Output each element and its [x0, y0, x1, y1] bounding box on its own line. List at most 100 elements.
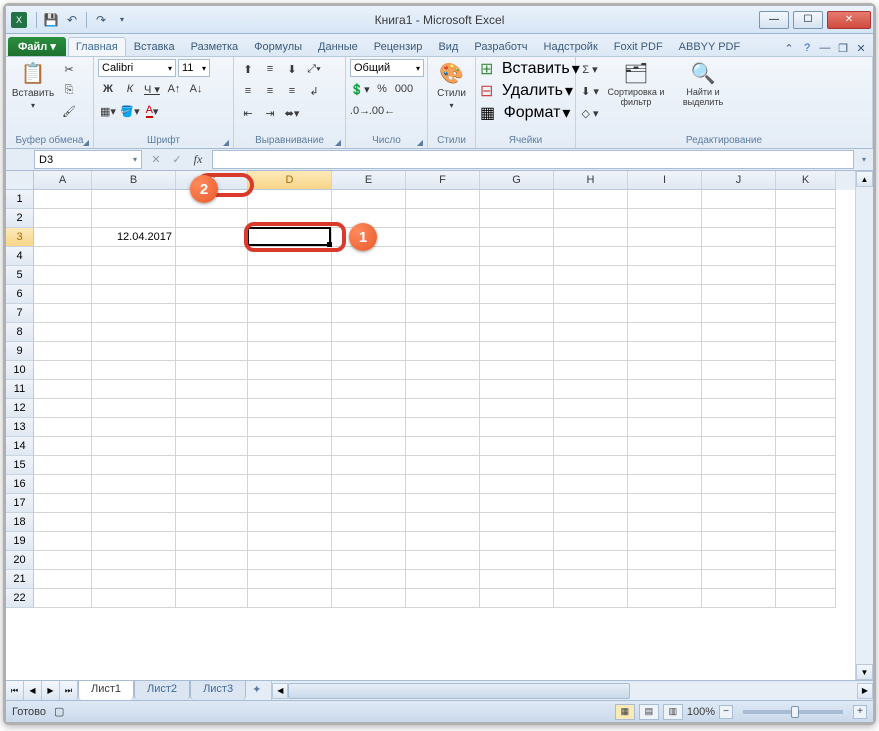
tab-view[interactable]: Вид [430, 37, 466, 56]
cell[interactable] [702, 285, 776, 304]
cell[interactable] [176, 532, 248, 551]
cell[interactable] [176, 247, 248, 266]
cell[interactable] [480, 475, 554, 494]
formula-input[interactable] [212, 150, 854, 169]
file-tab[interactable]: Файл ▾ [8, 37, 66, 56]
cell[interactable] [628, 418, 702, 437]
row-header[interactable]: 17 [6, 494, 34, 513]
cell[interactable] [776, 399, 836, 418]
decrease-decimal-button[interactable]: .00← [372, 101, 392, 121]
cell[interactable] [248, 551, 332, 570]
cell[interactable] [332, 570, 406, 589]
row-header[interactable]: 14 [6, 437, 34, 456]
cell[interactable] [332, 285, 406, 304]
cell[interactable] [628, 190, 702, 209]
cell[interactable] [776, 361, 836, 380]
cell[interactable] [248, 190, 332, 209]
cell[interactable] [92, 475, 176, 494]
cell[interactable] [554, 418, 628, 437]
cell[interactable] [554, 361, 628, 380]
sheet-nav-last[interactable]: ⏭ [60, 681, 78, 700]
cell[interactable] [34, 266, 92, 285]
align-right-button[interactable]: ≡ [282, 81, 302, 101]
row-header[interactable]: 18 [6, 513, 34, 532]
number-format-combo[interactable]: Общий▾ [350, 59, 424, 77]
sheet-nav-next[interactable]: ▶ [42, 681, 60, 700]
cell[interactable] [628, 437, 702, 456]
cell[interactable] [34, 475, 92, 494]
cell[interactable] [702, 589, 776, 608]
cell[interactable] [406, 570, 480, 589]
column-header[interactable]: G [480, 171, 554, 190]
cell[interactable] [628, 209, 702, 228]
row-header[interactable]: 9 [6, 342, 34, 361]
cell[interactable] [176, 570, 248, 589]
cell[interactable] [702, 342, 776, 361]
cell[interactable] [34, 532, 92, 551]
cell[interactable] [332, 361, 406, 380]
cell[interactable] [332, 532, 406, 551]
cell[interactable] [480, 380, 554, 399]
fill-color-button[interactable]: 🪣▾ [120, 101, 140, 121]
cell[interactable] [34, 285, 92, 304]
cell[interactable] [332, 437, 406, 456]
cell[interactable] [554, 456, 628, 475]
cell[interactable] [776, 190, 836, 209]
cell[interactable] [34, 342, 92, 361]
increase-font-button[interactable]: A↑ [164, 79, 184, 99]
cell[interactable] [406, 551, 480, 570]
font-name-combo[interactable]: Calibri▾ [98, 59, 176, 77]
close-button[interactable]: ✕ [827, 11, 871, 29]
cell[interactable] [332, 266, 406, 285]
cell[interactable] [702, 532, 776, 551]
cell[interactable] [92, 190, 176, 209]
merge-button[interactable]: ⬌▾ [282, 103, 302, 123]
cell[interactable] [480, 589, 554, 608]
cell[interactable] [554, 475, 628, 494]
redo-button[interactable]: ↷ [92, 11, 110, 29]
tab-developer[interactable]: Разработч [466, 37, 535, 56]
cell[interactable] [554, 494, 628, 513]
cell[interactable] [248, 399, 332, 418]
cell[interactable] [92, 323, 176, 342]
cell[interactable] [406, 513, 480, 532]
cell[interactable] [34, 380, 92, 399]
cell[interactable] [776, 209, 836, 228]
sort-filter-button[interactable]: 🗂 Сортировка и фильтр [603, 59, 669, 110]
cell[interactable] [702, 418, 776, 437]
cell[interactable] [406, 494, 480, 513]
cell[interactable] [776, 304, 836, 323]
insert-cells-button[interactable]: ⊞ Вставить ▾ [480, 59, 580, 79]
column-header[interactable]: D [248, 171, 332, 190]
cell[interactable] [248, 513, 332, 532]
cell[interactable] [248, 532, 332, 551]
cell[interactable] [480, 494, 554, 513]
cell[interactable] [776, 494, 836, 513]
cell[interactable] [34, 570, 92, 589]
decrease-font-button[interactable]: A↓ [186, 79, 206, 99]
row-header[interactable]: 19 [6, 532, 34, 551]
minimize-ribbon-button[interactable]: ⌃ [781, 40, 797, 56]
cell[interactable] [248, 494, 332, 513]
cell[interactable] [628, 228, 702, 247]
find-select-button[interactable]: 🔍 Найти и выделить [672, 59, 734, 110]
cell-styles-button[interactable]: 🎨 Стили ▾ [432, 59, 471, 112]
font-size-combo[interactable]: 11▾ [178, 59, 210, 77]
dialog-launcher-icon[interactable]: ◢ [335, 138, 341, 147]
cell[interactable] [92, 418, 176, 437]
cell[interactable] [702, 570, 776, 589]
cell[interactable] [406, 342, 480, 361]
scroll-up-button[interactable]: ▲ [856, 171, 873, 187]
cell[interactable] [776, 266, 836, 285]
cell[interactable] [332, 589, 406, 608]
cell[interactable] [776, 285, 836, 304]
cell[interactable] [554, 323, 628, 342]
zoom-level[interactable]: 100% [687, 706, 715, 718]
cell[interactable] [406, 456, 480, 475]
cell[interactable] [34, 399, 92, 418]
cell[interactable] [248, 209, 332, 228]
cell[interactable] [628, 304, 702, 323]
align-left-button[interactable]: ≡ [238, 81, 258, 101]
cell[interactable] [554, 532, 628, 551]
cell[interactable] [34, 228, 92, 247]
